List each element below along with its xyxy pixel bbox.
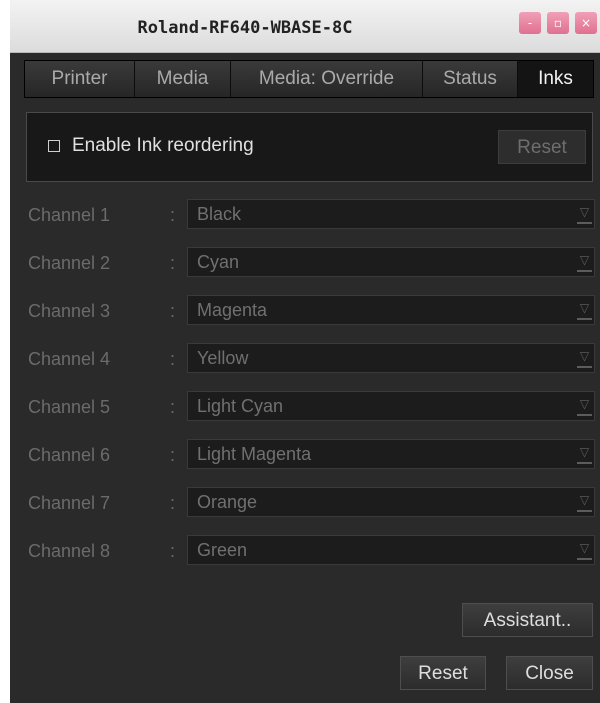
channel-ink-value: Magenta xyxy=(197,300,268,320)
channel-colon: : xyxy=(170,541,176,561)
channel-colon: : xyxy=(170,493,176,513)
enable-ink-reordering-checkbox[interactable] xyxy=(48,140,60,152)
channel-label: Channel 2 xyxy=(28,253,111,273)
channel-label: Channel 5 xyxy=(28,397,111,417)
title-bar[interactable]: Roland-RF640-WBASE-8C - ▫ × xyxy=(10,0,600,53)
tab-media-override[interactable]: Media: Override xyxy=(231,61,423,97)
dropdown-arrow-icon[interactable]: ▽ xyxy=(577,492,592,512)
channel-ink-value: Black xyxy=(197,204,242,224)
channel-row: Channel 4 : Yellow ▽ xyxy=(10,343,600,375)
channel-ink-select[interactable]: Green ▽ xyxy=(187,535,595,565)
assistant-button[interactable]: Assistant.. xyxy=(462,603,593,637)
channel-ink-select[interactable]: Light Magenta ▽ xyxy=(187,439,595,469)
channel-label: Channel 7 xyxy=(28,493,111,513)
channel-colon: : xyxy=(170,253,176,273)
channel-ink-value: Light Cyan xyxy=(197,396,284,416)
tab-bar: Printer Media Media: Override Status Ink… xyxy=(24,60,594,98)
channel-row: Channel 2 : Cyan ▽ xyxy=(10,247,600,279)
dropdown-arrow-icon[interactable]: ▽ xyxy=(577,444,592,464)
channel-ink-select[interactable]: Black ▽ xyxy=(187,199,595,229)
dropdown-arrow-icon[interactable]: ▽ xyxy=(577,348,592,368)
maximize-button[interactable]: ▫ xyxy=(547,12,569,34)
reorder-reset-button[interactable]: Reset xyxy=(498,130,586,164)
channel-colon: : xyxy=(170,349,176,369)
channel-label: Channel 6 xyxy=(28,445,111,465)
tab-printer[interactable]: Printer xyxy=(25,61,135,97)
channel-label: Channel 4 xyxy=(28,349,111,369)
channel-ink-value: Orange xyxy=(197,492,258,512)
channel-ink-select[interactable]: Magenta ▽ xyxy=(187,295,595,325)
channel-label: Channel 3 xyxy=(28,301,111,321)
channel-ink-value: Yellow xyxy=(197,348,249,368)
channel-label: Channel 8 xyxy=(28,541,111,561)
channel-ink-value: Green xyxy=(197,540,248,560)
enable-ink-reordering-label[interactable]: Enable Ink reordering xyxy=(72,135,254,157)
dropdown-arrow-icon[interactable]: ▽ xyxy=(577,252,592,272)
close-window-button[interactable]: × xyxy=(575,12,597,34)
dropdown-arrow-icon[interactable]: ▽ xyxy=(577,396,592,416)
tab-media[interactable]: Media xyxy=(135,61,231,97)
dialog-content: Printer Media Media: Override Status Ink… xyxy=(10,53,600,703)
channel-row: Channel 5 : Light Cyan ▽ xyxy=(10,391,600,423)
close-button[interactable]: Close xyxy=(506,656,593,690)
dropdown-arrow-icon[interactable]: ▽ xyxy=(577,204,592,224)
channel-row: Channel 3 : Magenta ▽ xyxy=(10,295,600,327)
tab-inks[interactable]: Inks xyxy=(518,61,593,97)
printer-settings-window: Roland-RF640-WBASE-8C - ▫ × Printer Medi… xyxy=(10,0,600,703)
channel-ink-value: Light Magenta xyxy=(197,444,312,464)
channel-row: Channel 7 : Orange ▽ xyxy=(10,487,600,519)
minimize-button[interactable]: - xyxy=(519,12,541,34)
reset-button[interactable]: Reset xyxy=(400,656,486,690)
channel-row: Channel 6 : Light Magenta ▽ xyxy=(10,439,600,471)
ink-reorder-panel: Enable Ink reordering Reset xyxy=(26,112,593,182)
dropdown-arrow-icon[interactable]: ▽ xyxy=(577,300,592,320)
channel-colon: : xyxy=(170,301,176,321)
channel-ink-select[interactable]: Orange ▽ xyxy=(187,487,595,517)
channel-row: Channel 1 : Black ▽ xyxy=(10,199,600,231)
channel-colon: : xyxy=(170,205,176,225)
window-title: Roland-RF640-WBASE-8C xyxy=(137,18,353,38)
channel-row: Channel 8 : Green ▽ xyxy=(10,535,600,567)
tab-status[interactable]: Status xyxy=(423,61,518,97)
channel-colon: : xyxy=(170,397,176,417)
channel-ink-select[interactable]: Yellow ▽ xyxy=(187,343,595,373)
channel-ink-select[interactable]: Light Cyan ▽ xyxy=(187,391,595,421)
dropdown-arrow-icon[interactable]: ▽ xyxy=(577,540,592,560)
channel-ink-select[interactable]: Cyan ▽ xyxy=(187,247,595,277)
channel-label: Channel 1 xyxy=(28,205,111,225)
channel-ink-value: Cyan xyxy=(197,252,240,272)
channel-colon: : xyxy=(170,445,176,465)
